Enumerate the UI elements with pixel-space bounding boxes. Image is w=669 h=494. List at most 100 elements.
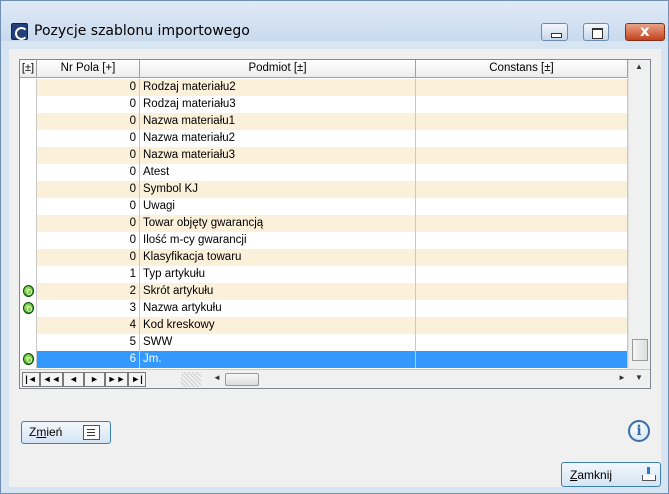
cell-podmiot[interactable]: Skrót artykułu: [140, 283, 416, 300]
cell-podmiot[interactable]: Klasyfikacja towaru: [140, 249, 416, 266]
cell-nr-pola[interactable]: 4: [37, 317, 140, 334]
cell-constans[interactable]: [416, 164, 628, 181]
cell-nr-pola[interactable]: 0: [37, 164, 140, 181]
cell-constans[interactable]: [416, 130, 628, 147]
cell-nr-pola[interactable]: 3: [37, 300, 140, 317]
table-row[interactable]: 0 Uwagi: [20, 198, 628, 215]
scroll-up-arrow-icon[interactable]: ▲: [635, 62, 643, 71]
save-download-icon: [642, 467, 656, 482]
cell-nr-pola[interactable]: 0: [37, 130, 140, 147]
table-row[interactable]: 6 Jm.: [20, 351, 628, 368]
cell-constans[interactable]: [416, 317, 628, 334]
cell-podmiot[interactable]: Towar objęty gwarancją: [140, 215, 416, 232]
horizontal-scroll-thumb[interactable]: [225, 373, 259, 386]
green-key-icon: [23, 285, 34, 297]
scroll-right-arrow-icon[interactable]: ►: [618, 373, 626, 382]
close-button[interactable]: [625, 22, 665, 41]
nav-prev-page-button[interactable]: ◄◄: [40, 372, 63, 387]
cell-podmiot[interactable]: Uwagi: [140, 198, 416, 215]
cell-constans[interactable]: [416, 266, 628, 283]
cell-nr-pola[interactable]: 1: [37, 266, 140, 283]
cell-podmiot[interactable]: Nazwa materiału2: [140, 130, 416, 147]
window: Pozycje szablonu importowego [±] Nr Pola…: [0, 0, 669, 494]
table-row[interactable]: 1 Typ artykułu: [20, 266, 628, 283]
cell-nr-pola[interactable]: 0: [37, 79, 140, 96]
cell-nr-pola[interactable]: 0: [37, 113, 140, 130]
column-header-indicator[interactable]: [±]: [20, 60, 37, 78]
table-row[interactable]: 0 Nazwa materiału2: [20, 130, 628, 147]
cell-podmiot[interactable]: Nazwa materiału3: [140, 147, 416, 164]
green-key-icon: [23, 353, 34, 365]
nav-first-button[interactable]: |◄: [22, 372, 40, 387]
cell-podmiot[interactable]: Nazwa materiału1: [140, 113, 416, 130]
cell-constans[interactable]: [416, 113, 628, 130]
column-header-nr-pola[interactable]: Nr Pola [+]: [37, 60, 140, 78]
scroll-left-arrow-icon[interactable]: ◄: [213, 373, 221, 382]
cell-constans[interactable]: [416, 351, 628, 368]
table-row[interactable]: 0 Nazwa materiału1: [20, 113, 628, 130]
nav-next-page-button[interactable]: ►►: [105, 372, 128, 387]
cell-nr-pola[interactable]: 0: [37, 215, 140, 232]
table-row[interactable]: 3 Nazwa artykułu: [20, 300, 628, 317]
cell-nr-pola[interactable]: 0: [37, 232, 140, 249]
cell-nr-pola[interactable]: 0: [37, 147, 140, 164]
info-icon[interactable]: i: [628, 420, 650, 442]
column-header-constans[interactable]: Constans [±]: [416, 60, 628, 78]
column-header-podmiot[interactable]: Podmiot [±]: [140, 60, 416, 78]
cell-podmiot[interactable]: Rodzaj materiału2: [140, 79, 416, 96]
cell-podmiot[interactable]: Nazwa artykułu: [140, 300, 416, 317]
cell-nr-pola[interactable]: 0: [37, 96, 140, 113]
cell-constans[interactable]: [416, 283, 628, 300]
cell-constans[interactable]: [416, 79, 628, 96]
nav-last-button[interactable]: ►|: [128, 372, 146, 387]
cell-podmiot[interactable]: Atest: [140, 164, 416, 181]
cell-nr-pola[interactable]: 0: [37, 249, 140, 266]
nav-prev-button[interactable]: ◄: [63, 372, 84, 387]
title-bar[interactable]: Pozycje szablonu importowego: [1, 1, 668, 41]
table-row[interactable]: 0 Towar objęty gwarancją: [20, 215, 628, 232]
table-row[interactable]: 0 Rodzaj materiału3: [20, 96, 628, 113]
nav-next-button[interactable]: ►: [84, 372, 105, 387]
table-row[interactable]: 5 SWW: [20, 334, 628, 351]
row-indicator: [20, 198, 37, 215]
grid-navigator: |◄ ◄◄ ◄ ► ►► ►| ◄ ► ▼: [20, 369, 650, 388]
table-row[interactable]: 0 Atest: [20, 164, 628, 181]
cell-nr-pola[interactable]: 0: [37, 198, 140, 215]
cell-podmiot[interactable]: Typ artykułu: [140, 266, 416, 283]
cell-nr-pola[interactable]: 5: [37, 334, 140, 351]
scroll-down-arrow-icon[interactable]: ▼: [635, 373, 643, 382]
table-row[interactable]: 0 Rodzaj materiału2: [20, 79, 628, 96]
cell-constans[interactable]: [416, 96, 628, 113]
table-row[interactable]: 0 Nazwa materiału3: [20, 147, 628, 164]
zmien-button[interactable]: Zmień: [21, 421, 111, 444]
zamknij-button[interactable]: Zamknij: [561, 462, 661, 487]
cell-constans[interactable]: [416, 300, 628, 317]
cell-podmiot[interactable]: Ilość m-cy gwarancji: [140, 232, 416, 249]
table-row[interactable]: 0 Ilość m-cy gwarancji: [20, 232, 628, 249]
cell-podmiot[interactable]: Jm.: [140, 351, 416, 368]
table-row[interactable]: 4 Kod kreskowy: [20, 317, 628, 334]
cell-podmiot[interactable]: SWW: [140, 334, 416, 351]
vertical-scrollbar[interactable]: ▲: [628, 60, 650, 369]
cell-nr-pola[interactable]: 0: [37, 181, 140, 198]
cell-constans[interactable]: [416, 181, 628, 198]
cell-constans[interactable]: [416, 249, 628, 266]
cell-podmiot[interactable]: Kod kreskowy: [140, 317, 416, 334]
cell-podmiot[interactable]: Rodzaj materiału3: [140, 96, 416, 113]
cell-constans[interactable]: [416, 334, 628, 351]
cell-constans[interactable]: [416, 232, 628, 249]
table-row[interactable]: 0 Klasyfikacja towaru: [20, 249, 628, 266]
vertical-scroll-thumb[interactable]: [632, 339, 648, 361]
cell-constans[interactable]: [416, 147, 628, 164]
minimize-button[interactable]: [541, 23, 568, 41]
row-indicator: [20, 300, 37, 317]
cell-constans[interactable]: [416, 215, 628, 232]
table-row[interactable]: 0 Symbol KJ: [20, 181, 628, 198]
row-indicator: [20, 130, 37, 147]
table-row[interactable]: 2 Skrót artykułu: [20, 283, 628, 300]
cell-nr-pola[interactable]: 6: [37, 351, 140, 368]
cell-constans[interactable]: [416, 198, 628, 215]
cell-podmiot[interactable]: Symbol KJ: [140, 181, 416, 198]
cell-nr-pola[interactable]: 2: [37, 283, 140, 300]
maximize-button[interactable]: [583, 23, 609, 41]
